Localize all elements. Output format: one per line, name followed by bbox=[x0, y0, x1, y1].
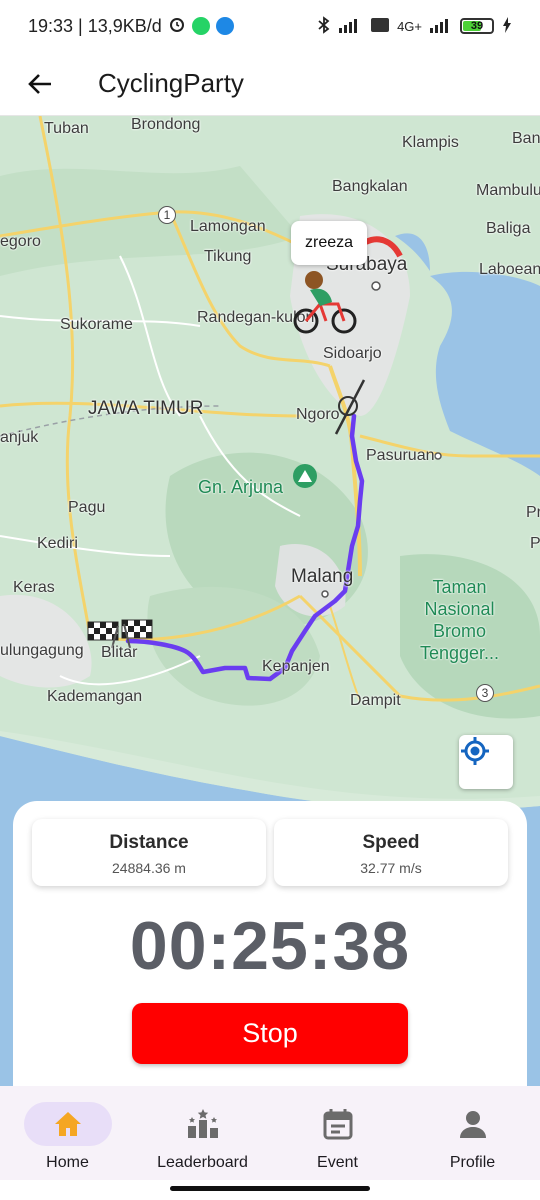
road-shield-1: 1 bbox=[158, 206, 176, 224]
map-label-kademangan: Kademangan bbox=[47, 688, 143, 705]
map-label-pr: Pr bbox=[526, 504, 540, 521]
event-icon bbox=[323, 1109, 352, 1140]
nav-item-event[interactable]: Event bbox=[270, 1086, 405, 1180]
rider-name-tag: zreeza bbox=[291, 221, 367, 265]
leaderboard-icon bbox=[187, 1109, 218, 1138]
nav-label-profile: Profile bbox=[449, 1154, 496, 1171]
map-label-kepanjen: Kepanjen bbox=[262, 658, 330, 675]
back-button[interactable] bbox=[20, 64, 60, 104]
map-label-sidoarjo: Sidoarjo bbox=[323, 345, 382, 362]
map-label-blitar: Blitar bbox=[101, 644, 138, 661]
home-indicator[interactable] bbox=[170, 1186, 370, 1191]
status-right: 4G+ 39 bbox=[317, 15, 512, 37]
nav-item-profile[interactable]: Profile bbox=[405, 1086, 540, 1180]
map-label-dampit: Dampit bbox=[350, 692, 401, 709]
my-location-button[interactable] bbox=[459, 735, 513, 789]
map-label-tikung: Tikung bbox=[204, 248, 252, 265]
speed-card: Speed 32.77 m/s bbox=[274, 819, 508, 886]
nav-pill-home bbox=[23, 1102, 112, 1146]
messenger-icon bbox=[215, 17, 234, 35]
map-label-lamongan: Lamongan bbox=[190, 218, 266, 235]
volte-icon bbox=[371, 17, 390, 36]
network-type: 4G+ bbox=[397, 18, 422, 34]
cyclist-avatar-icon bbox=[292, 266, 358, 336]
map-label-bangkalan: Bangkalan bbox=[332, 178, 408, 195]
map-label-baliga: Baliga bbox=[486, 220, 531, 237]
map-label-pasuruan: Pasuruan bbox=[366, 447, 435, 464]
distance-value: 24884.36 m bbox=[112, 860, 186, 876]
charging-icon bbox=[502, 16, 512, 36]
map-label-keras: Keras bbox=[13, 579, 55, 596]
nav-pill-leaderboard bbox=[159, 1102, 247, 1146]
nav-pill-event bbox=[294, 1102, 382, 1146]
bottom-navigation: Home Leaderboard Event Profile bbox=[0, 1086, 540, 1180]
distance-label: Distance bbox=[109, 832, 189, 853]
map-label-tuban: Tuban bbox=[44, 120, 89, 137]
nav-label-event: Event bbox=[317, 1154, 358, 1171]
map-label-malang: Malang bbox=[291, 566, 354, 587]
map-label-klampis: Klampis bbox=[402, 134, 459, 151]
nav-item-home[interactable]: Home bbox=[0, 1086, 135, 1180]
whatsapp-icon bbox=[191, 17, 210, 35]
map-label-pagu: Pagu bbox=[68, 499, 106, 516]
signal-icon-2 bbox=[430, 17, 452, 36]
map-label-p: P bbox=[530, 535, 540, 552]
battery-icon: 39 bbox=[460, 18, 494, 34]
nav-pill-profile bbox=[429, 1102, 517, 1146]
ride-stats-panel: Distance 24884.36 m Speed 32.77 m/s 00:2… bbox=[13, 801, 527, 1091]
map-label-anjuk: anjuk bbox=[0, 429, 39, 446]
home-icon bbox=[54, 1112, 81, 1136]
profile-icon bbox=[459, 1111, 486, 1138]
map-label-arjuna: Gn. Arjuna bbox=[198, 477, 284, 497]
map-label-brondong: Brondong bbox=[131, 116, 201, 133]
page-title: CyclingParty bbox=[98, 68, 244, 98]
nav-label-leaderboard: Leaderboard bbox=[157, 1154, 248, 1171]
arrow-back-icon bbox=[28, 73, 51, 94]
map-label-ban: Ban bbox=[512, 130, 540, 147]
distance-card: Distance 24884.36 m bbox=[32, 819, 266, 886]
bluetooth-icon bbox=[317, 15, 331, 37]
elapsed-timer: 00:25:38 bbox=[129, 908, 411, 984]
map-label-tulungagung: ulungagung bbox=[0, 642, 84, 659]
map-label-ngoro: Ngoro bbox=[296, 406, 340, 423]
stop-button[interactable]: Stop bbox=[132, 1003, 408, 1064]
battery-level: 39 bbox=[470, 20, 484, 32]
map-label-egoro: egoro bbox=[0, 233, 41, 250]
signal-icon bbox=[339, 17, 363, 36]
app-bar: CyclingParty bbox=[0, 52, 540, 116]
nav-label-home: Home bbox=[46, 1154, 89, 1171]
speed-label: Speed bbox=[362, 832, 420, 853]
map-label-kediri: Kediri bbox=[37, 535, 78, 552]
map-label-taman: Taman Nasional Bromo Tengger... bbox=[420, 577, 500, 663]
map-label-sukorame: Sukorame bbox=[60, 316, 133, 333]
map-label-laboean: Laboean bbox=[479, 261, 540, 278]
alarm-icon bbox=[168, 15, 186, 38]
status-bar: 19:33 | 13,9KB/d 4G+ 39 bbox=[0, 0, 540, 52]
status-time: 19:33 | 13,9KB/d bbox=[28, 15, 162, 36]
map-label-jawa-timur: JAWA TIMUR bbox=[88, 398, 204, 419]
nav-item-leaderboard[interactable]: Leaderboard bbox=[135, 1086, 270, 1180]
speed-value: 32.77 m/s bbox=[360, 860, 422, 876]
map-label-mambulu: Mambulu bbox=[476, 182, 540, 199]
road-shield-3: 3 bbox=[476, 684, 494, 702]
my-location-icon bbox=[461, 737, 489, 765]
status-left: 19:33 | 13,9KB/d bbox=[28, 15, 234, 38]
